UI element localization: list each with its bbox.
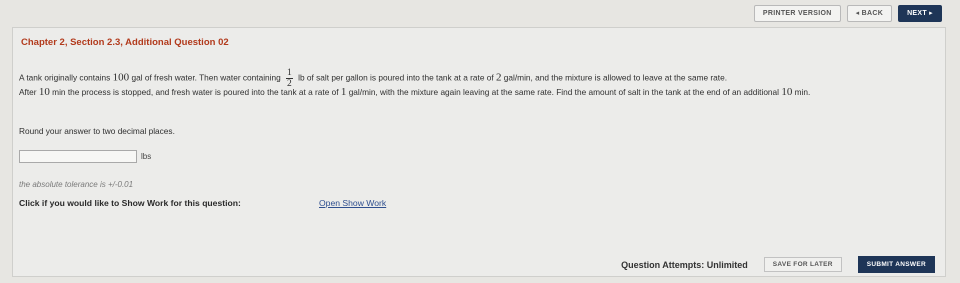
printer-version-button[interactable]: PRINTER VERSION (753, 4, 841, 22)
next-button[interactable]: NEXT ▸ (898, 4, 942, 22)
question-panel: Chapter 2, Section 2.3, Additional Quest… (12, 27, 946, 277)
top-toolbar: PRINTER VERSION ◂ BACK NEXT ▸ (0, 0, 960, 26)
show-work-prompt: Click if you would like to Show Work for… (19, 198, 241, 208)
answer-row: lbs (19, 150, 151, 163)
question-title: Chapter 2, Section 2.3, Additional Quest… (21, 37, 229, 48)
open-show-work-link[interactable]: Open Show Work (319, 198, 386, 208)
back-button[interactable]: ◂ BACK (846, 4, 893, 22)
tank-volume: 100 (112, 71, 130, 84)
save-for-later-button[interactable]: SAVE FOR LATER (763, 257, 842, 272)
submit-answer-button[interactable]: SUBMIT ANSWER (857, 256, 935, 273)
inflow-rate: 2 (495, 71, 502, 84)
tolerance-note: the absolute tolerance is +/-0.01 (19, 180, 134, 189)
answer-input[interactable] (19, 150, 137, 163)
question-text-line2: After 10 min the process is stopped, and… (19, 86, 811, 98)
answer-unit: lbs (141, 152, 152, 161)
salt-concentration-fraction: 1 2 (286, 68, 293, 89)
question-text-line1: A tank originally contains 100 gal of fr… (19, 68, 728, 89)
footer: Question Attempts: Unlimited SAVE FOR LA… (621, 256, 935, 273)
rounding-instruction: Round your answer to two decimal places. (19, 126, 175, 136)
question-attempts: Question Attempts: Unlimited (621, 259, 748, 270)
